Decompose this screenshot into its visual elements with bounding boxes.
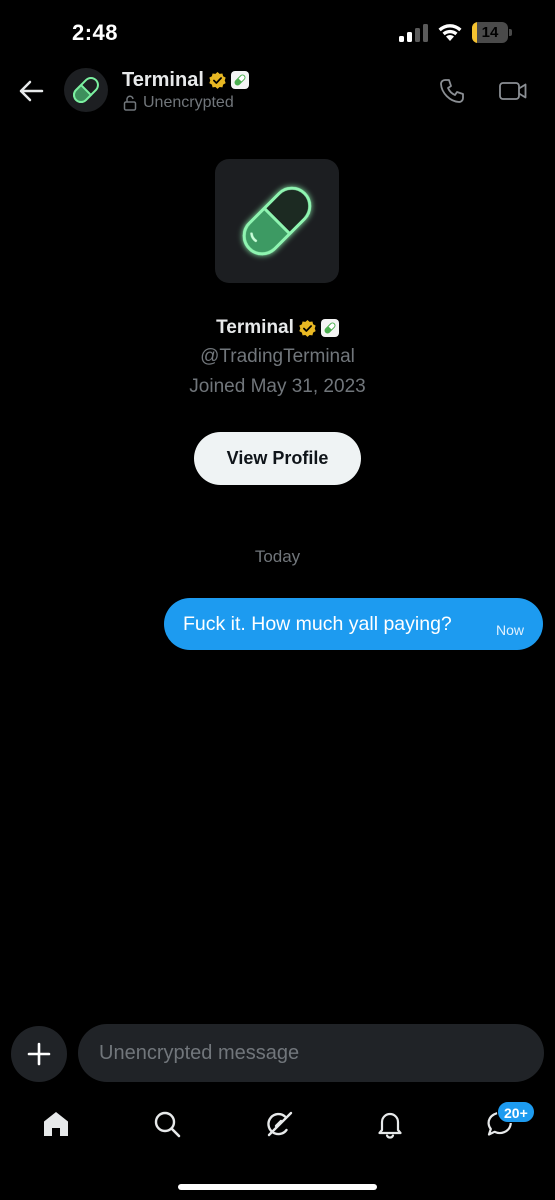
verified-badge-icon (209, 71, 226, 89)
message-composer[interactable] (78, 1024, 544, 1082)
date-separator: Today (254, 547, 301, 566)
pill-capsule-icon (73, 77, 99, 103)
bell-icon (378, 1112, 402, 1139)
profile-handle: @TradingTerminal (200, 346, 355, 367)
pill-capsule-icon (242, 186, 312, 256)
search-icon (154, 1111, 181, 1138)
profile-avatar[interactable] (215, 159, 339, 283)
messages-badge: 20+ (497, 1101, 535, 1123)
encryption-status-text: Unencrypted (143, 94, 234, 111)
arrow-left-icon (19, 80, 44, 102)
header-title-row[interactable]: Terminal (122, 68, 249, 92)
message-timestamp: Now (495, 622, 524, 638)
back-button[interactable] (16, 76, 46, 106)
tab-search[interactable] (149, 1106, 185, 1142)
conversation-header: Terminal Unencrypted (0, 60, 555, 120)
pill-emoji-icon (230, 71, 249, 89)
pill-emoji-icon (320, 319, 339, 337)
view-profile-button[interactable]: View Profile (194, 432, 361, 485)
profile-name-row: Terminal (0, 315, 555, 341)
status-time: 2:48 (72, 20, 119, 45)
sent-message-bubble[interactable]: Fuck it. How much yall paying? Now (164, 598, 543, 650)
video-camera-icon (499, 82, 527, 100)
home-icon (44, 1112, 68, 1136)
tab-home[interactable] (38, 1106, 74, 1142)
message-text: Fuck it. How much yall paying? (183, 612, 452, 635)
message-input[interactable] (99, 1041, 544, 1065)
profile-joined-date: Joined May 31, 2023 (189, 376, 366, 397)
battery-indicator: 14 (472, 22, 512, 43)
phone-icon (440, 79, 464, 103)
verified-badge-icon (299, 319, 316, 337)
grok-icon (267, 1111, 293, 1137)
encryption-status: Unencrypted (123, 94, 234, 112)
profile-name: Terminal (216, 317, 294, 338)
unlocked-padlock-icon (123, 95, 137, 111)
add-attachment-button[interactable] (11, 1026, 67, 1082)
status-bar: 2:48 14 (0, 0, 555, 60)
wifi-icon (438, 24, 462, 41)
tab-grok[interactable] (261, 1106, 297, 1142)
header-avatar[interactable] (64, 68, 108, 112)
cellular-signal-icon (399, 24, 428, 42)
header-title: Terminal (122, 68, 204, 91)
video-call-button[interactable] (498, 77, 528, 105)
battery-level: 14 (481, 24, 499, 41)
call-button[interactable] (438, 77, 466, 105)
tab-notifications[interactable] (372, 1106, 408, 1142)
plus-icon (27, 1042, 51, 1066)
home-indicator[interactable] (178, 1184, 377, 1190)
